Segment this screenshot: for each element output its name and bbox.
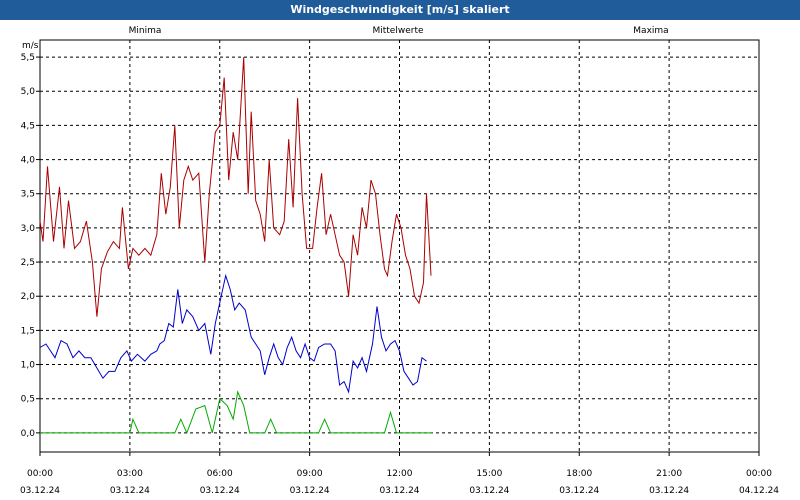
x-tick-time-label: 03:00 (117, 469, 143, 479)
y-tick-label: 3,0 (21, 224, 36, 234)
y-tick-label: 0,5 (21, 395, 35, 405)
legend-mittelwerte: Mittelwerte (372, 26, 423, 36)
y-tick-label: 5,0 (21, 87, 36, 97)
x-tick-date-label: 03.12.24 (559, 486, 599, 496)
y-tick-label: 1,0 (21, 361, 36, 371)
legend-minima: Minima (129, 26, 162, 36)
x-tick-date-label: 03.12.24 (649, 486, 689, 496)
x-tick-time-label: 21:00 (656, 469, 682, 479)
x-tick-date-label: 03.12.24 (20, 486, 60, 496)
y-axis-ticks: 0,0 0,5 1,0 1,5 2,0 2,5 3,0 3,5 4,0 4,5 5,0 5,5 (21, 53, 40, 439)
legend-maxima: Maxima (633, 26, 668, 36)
y-tick-label: 0,0 (21, 429, 36, 439)
x-tick-time-label: 00:00 (27, 469, 53, 479)
y-tick-label: 3,5 (21, 190, 35, 200)
y-tick-label: 4,5 (21, 121, 35, 131)
x-tick-time-label: 15:00 (476, 469, 502, 479)
y-tick-label: 4,0 (21, 156, 36, 166)
x-tick-date-label: 03.12.24 (290, 486, 330, 496)
y-axis-unit: m/s (22, 41, 39, 51)
chart-title: Windgeschwindigkeit [m/s] skaliert (0, 0, 800, 20)
y-tick-label: 2,0 (21, 292, 36, 302)
x-tick-date-label: 03.12.24 (379, 486, 419, 496)
x-tick-time-label: 00:00 (746, 469, 772, 479)
x-tick-time-label: 09:00 (297, 469, 323, 479)
y-tick-label: 2,5 (21, 258, 35, 268)
y-tick-label: 5,5 (21, 53, 35, 63)
x-tick-date-label: 03.12.24 (110, 486, 150, 496)
x-tick-date-label: 04.12.24 (739, 486, 779, 496)
y-tick-label: 1,5 (21, 326, 35, 336)
wind-speed-chart: 0,0 0,5 1,0 1,5 2,0 2,5 3,0 3,5 4,0 4,5 5,0 5,5 00:… (20, 26, 779, 496)
x-tick-time-label: 06:00 (207, 469, 233, 479)
x-axis-ticks: 00:00 03.12.24 03:00 03.12.24 06:00 03.12.24 0… (20, 452, 779, 496)
x-tick-date-label: 03.12.24 (469, 486, 509, 496)
x-tick-time-label: 18:00 (566, 469, 592, 479)
x-tick-date-label: 03.12.24 (200, 486, 240, 496)
x-tick-time-label: 12:00 (387, 469, 413, 479)
